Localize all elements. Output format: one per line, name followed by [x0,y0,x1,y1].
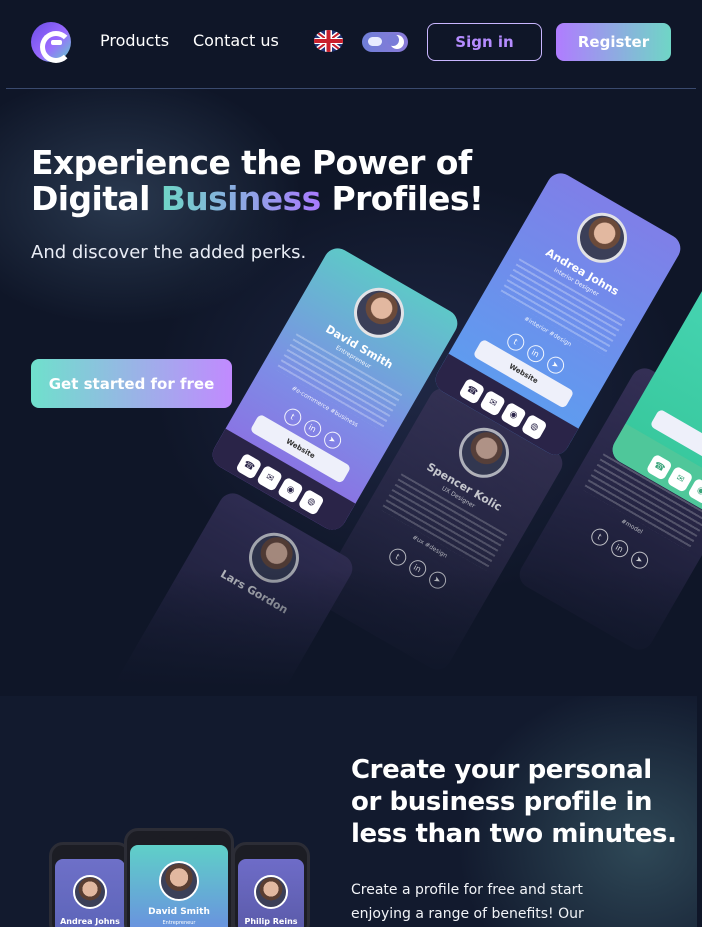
cloud-icon [368,37,382,46]
nav-link-products[interactable]: Products [100,31,169,50]
avatar [73,875,107,909]
nav-link-contact[interactable]: Contact us [193,31,279,50]
section-text: Create a profile for free and start enjo… [351,882,584,922]
top-navigation: Products Contact us Sign in Register [0,0,702,88]
logo-icon[interactable] [31,22,72,63]
hero-title-line2-post: Profiles! [320,179,484,218]
theme-toggle[interactable] [362,32,408,52]
sign-in-button[interactable]: Sign in [427,23,542,61]
hero-subtitle: And discover the added perks. [31,242,307,263]
telegram-icon: ➤ [543,353,567,377]
twitter-icon: t [280,405,304,429]
twitter-icon: t [503,330,527,354]
linkedin-icon: in [523,341,547,366]
register-button[interactable]: Register [556,23,671,61]
phone-name: Philip Reins [244,917,298,926]
twitter-icon: t [587,525,611,549]
phone-name: Andrea Johns [60,917,120,926]
cards-fade [0,569,702,699]
english-flag-icon[interactable] [314,30,343,52]
avatar [254,875,288,909]
get-started-button[interactable]: Get started for free [31,359,232,408]
linkedin-icon: in [300,416,324,441]
twitter-icon: t [385,545,409,569]
hero-title-highlight: Business [160,179,322,218]
hero-title: Experience the Power of Digital Business… [31,145,491,217]
phone-role: Entrepreneur [162,920,196,926]
phone-mockup-left: Andrea Johns Interior Designer [49,842,131,927]
globe-icon: ◍ [297,488,325,516]
hero-title-line1: Experience the Power of [31,143,472,182]
phone-mockup-right: Philip Reins Model [232,842,310,927]
hero-title-line2-pre: Digital [31,179,161,218]
phone-name: David Smith [148,907,210,917]
telegram-icon: ➤ [320,428,344,452]
linkedin-icon: in [607,536,631,561]
section-title: Create your personal or business profile… [351,755,677,849]
avatar [159,861,199,901]
phone-mockup-center: David Smith Entrepreneur [124,828,234,927]
globe-icon: ◍ [520,413,548,441]
moon-icon [387,34,404,49]
